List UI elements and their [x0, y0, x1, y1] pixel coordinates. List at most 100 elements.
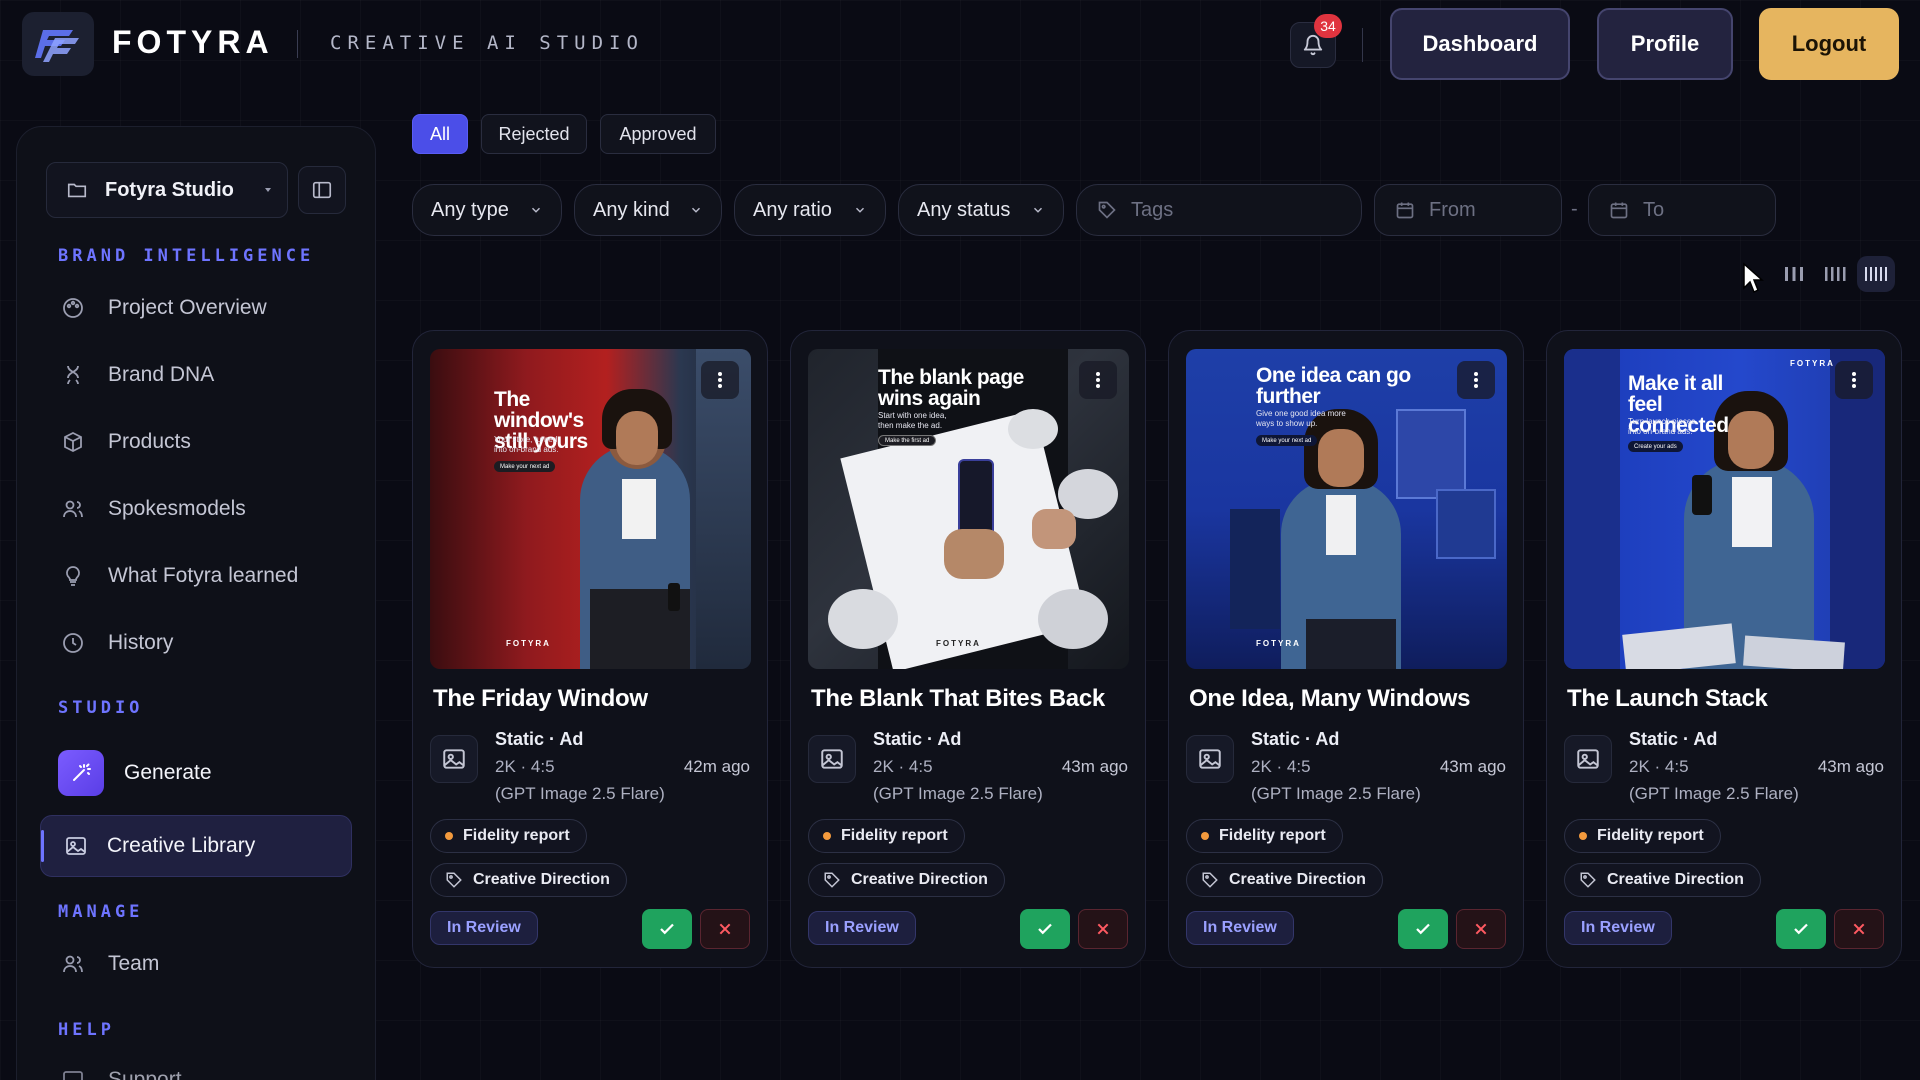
- creative-direction-chip[interactable]: Creative Direction: [430, 863, 627, 897]
- creative-card[interactable]: Make it all feel connected Turn launch p…: [1546, 330, 1902, 968]
- columns-4-button[interactable]: [1816, 256, 1854, 292]
- card-timestamp: 43m ago: [1439, 757, 1506, 776]
- card-menu-button[interactable]: [701, 361, 739, 399]
- creative-thumbnail[interactable]: One idea can go further Give one good id…: [1186, 349, 1507, 669]
- status-dot: [445, 832, 453, 840]
- fidelity-report-chip[interactable]: Fidelity report: [808, 819, 965, 853]
- sidebar-item-products[interactable]: Products: [58, 422, 191, 462]
- reject-button[interactable]: [700, 909, 750, 949]
- card-timestamp: 43m ago: [1817, 757, 1884, 776]
- creative-thumbnail[interactable]: The blank page wins again Start with one…: [808, 349, 1129, 669]
- tab-approved[interactable]: Approved: [600, 114, 716, 154]
- team-icon: [58, 949, 88, 979]
- creative-direction-chip[interactable]: Creative Direction: [1564, 863, 1761, 897]
- approve-button[interactable]: [1776, 909, 1826, 949]
- section-help: HELP: [58, 1020, 115, 1040]
- creative-card[interactable]: The blank page wins again Start with one…: [790, 330, 1146, 968]
- top-header: FOTYRA CREATIVE AI STUDIO 34 Dashboard P…: [0, 0, 1920, 88]
- card-title[interactable]: One Idea, Many Windows: [1189, 685, 1471, 713]
- approve-button[interactable]: [1398, 909, 1448, 949]
- tab-rejected[interactable]: Rejected: [481, 114, 587, 154]
- sidebar-item-label: Team: [108, 952, 160, 975]
- card-type: Static · Ad: [1629, 729, 1718, 749]
- fidelity-report-chip[interactable]: Fidelity report: [430, 819, 587, 853]
- from-date-input[interactable]: From: [1374, 184, 1562, 236]
- sidebar: [16, 126, 376, 1080]
- creative-card[interactable]: The window's still yours Your store, tur…: [412, 330, 768, 968]
- reject-button[interactable]: [1078, 909, 1128, 949]
- approve-button[interactable]: [1020, 909, 1070, 949]
- card-menu-button[interactable]: [1835, 361, 1873, 399]
- fidelity-report-chip[interactable]: Fidelity report: [1564, 819, 1721, 853]
- studio-selector[interactable]: Fotyra Studio: [46, 162, 288, 218]
- dashboard-button[interactable]: Dashboard: [1390, 8, 1570, 80]
- to-date-input[interactable]: To: [1588, 184, 1776, 236]
- image-watermark: FOTYRA: [1790, 359, 1835, 368]
- card-title[interactable]: The Blank That Bites Back: [811, 685, 1105, 713]
- type-filter-select[interactable]: Any type: [412, 184, 562, 236]
- card-resolution: 2K · 4:5: [873, 757, 933, 776]
- creative-thumbnail[interactable]: The window's still yours Your store, tur…: [430, 349, 751, 669]
- fotyra-logo-icon[interactable]: [22, 12, 94, 76]
- sidebar-item-team[interactable]: Team: [58, 944, 159, 984]
- calendar-icon: [1607, 198, 1631, 222]
- columns-5-button[interactable]: [1856, 256, 1895, 292]
- collapse-sidebar-button[interactable]: [298, 166, 346, 214]
- image-cta: Make your next ad: [494, 461, 556, 472]
- kind-filter-select[interactable]: Any kind: [574, 184, 722, 236]
- chevron-down-icon: [855, 207, 865, 213]
- image-cta: Make the first ad: [878, 435, 937, 446]
- brand-tagline: CREATIVE AI STUDIO: [330, 32, 644, 54]
- status-badge: In Review: [430, 911, 538, 945]
- creative-direction-chip[interactable]: Creative Direction: [1186, 863, 1383, 897]
- creative-thumbnail[interactable]: Make it all feel connected Turn launch p…: [1564, 349, 1885, 669]
- reject-button[interactable]: [1456, 909, 1506, 949]
- image-icon: [61, 831, 91, 861]
- fidelity-report-chip[interactable]: Fidelity report: [1186, 819, 1343, 853]
- status-filter-select[interactable]: Any status: [898, 184, 1064, 236]
- sidebar-item-label: What Fotyra learned: [108, 564, 299, 587]
- image-format-icon: [808, 735, 856, 783]
- card-menu-button[interactable]: [1457, 361, 1495, 399]
- to-placeholder: To: [1643, 198, 1665, 221]
- profile-button[interactable]: Profile: [1597, 8, 1733, 80]
- more-vertical-icon: [718, 372, 722, 388]
- sidebar-item-what-fotyra-learned[interactable]: What Fotyra learned: [58, 556, 298, 596]
- sidebar-toggle-icon: [312, 181, 332, 199]
- chevron-down-icon: [691, 207, 701, 213]
- creative-card[interactable]: One idea can go further Give one good id…: [1168, 330, 1524, 968]
- notification-count-badge: 34: [1314, 14, 1342, 38]
- card-resolution: 2K · 4:5: [495, 757, 555, 776]
- sidebar-item-generate[interactable]: Generate: [58, 750, 212, 796]
- sidebar-item-history[interactable]: History: [58, 623, 173, 663]
- tag-icon: [1579, 871, 1597, 889]
- sidebar-item-support[interactable]: Support: [58, 1060, 182, 1080]
- tag-icon: [1095, 198, 1119, 222]
- sidebar-item-spokesmodels[interactable]: Spokesmodels: [58, 489, 246, 529]
- tags-placeholder: Tags: [1131, 198, 1174, 221]
- card-timestamp: 42m ago: [683, 757, 750, 776]
- more-vertical-icon: [1474, 372, 1478, 388]
- columns-4-icon: [1824, 267, 1846, 281]
- card-title[interactable]: The Friday Window: [433, 685, 648, 713]
- dna-icon: [58, 360, 88, 390]
- sidebar-item-project-overview[interactable]: Project Overview: [58, 288, 267, 328]
- creative-direction-chip[interactable]: Creative Direction: [808, 863, 1005, 897]
- approve-button[interactable]: [642, 909, 692, 949]
- tags-input[interactable]: Tags: [1076, 184, 1362, 236]
- card-title[interactable]: The Launch Stack: [1567, 685, 1768, 713]
- image-watermark: FOTYRA: [506, 639, 551, 648]
- reject-button[interactable]: [1834, 909, 1884, 949]
- logout-button[interactable]: Logout: [1759, 8, 1899, 80]
- sidebar-item-creative-library[interactable]: Creative Library: [40, 815, 352, 877]
- chip-label: Creative Direction: [1229, 871, 1366, 888]
- tab-all[interactable]: All: [412, 114, 468, 154]
- status-dot: [1579, 832, 1587, 840]
- close-icon: [1475, 923, 1487, 935]
- sidebar-item-brand-dna[interactable]: Brand DNA: [58, 355, 214, 395]
- header-divider: [1362, 28, 1363, 62]
- ratio-filter-select[interactable]: Any ratio: [734, 184, 886, 236]
- card-menu-button[interactable]: [1079, 361, 1117, 399]
- section-studio: STUDIO: [58, 698, 144, 718]
- columns-3-button[interactable]: [1775, 256, 1813, 292]
